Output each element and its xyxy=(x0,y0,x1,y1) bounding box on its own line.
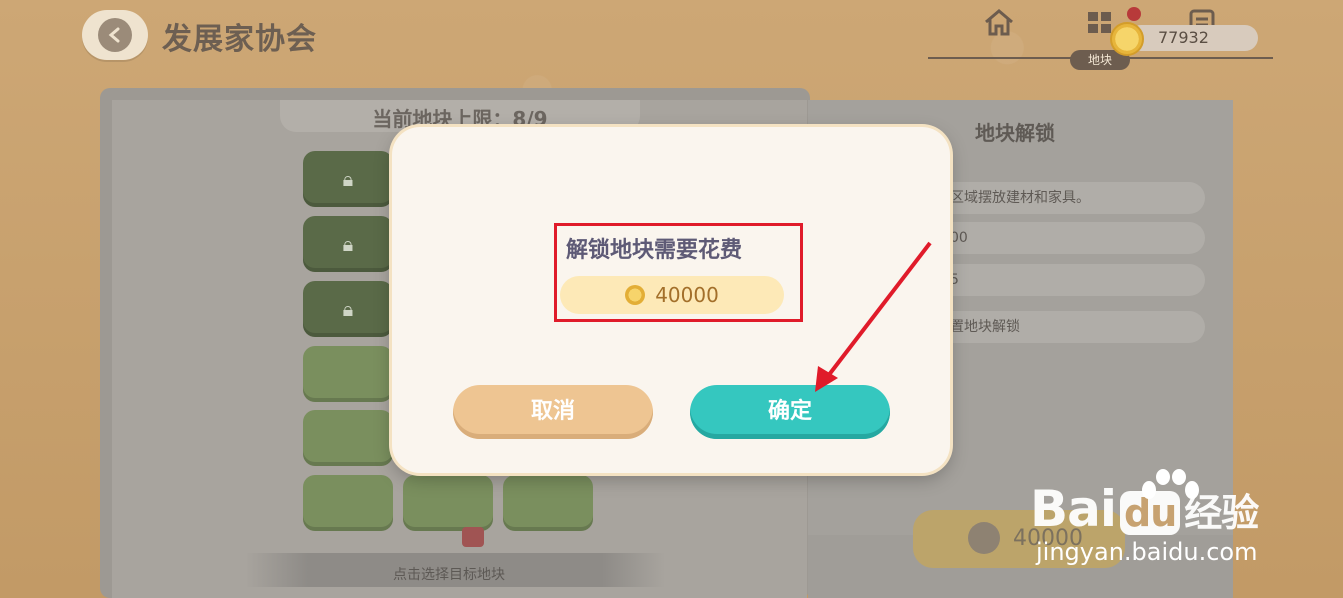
baidu-watermark: Bai du 经验 jingyan.baidu.com xyxy=(1030,468,1330,578)
paw-icon xyxy=(1142,469,1199,499)
watermark-site: jingyan.baidu.com xyxy=(1036,538,1258,566)
